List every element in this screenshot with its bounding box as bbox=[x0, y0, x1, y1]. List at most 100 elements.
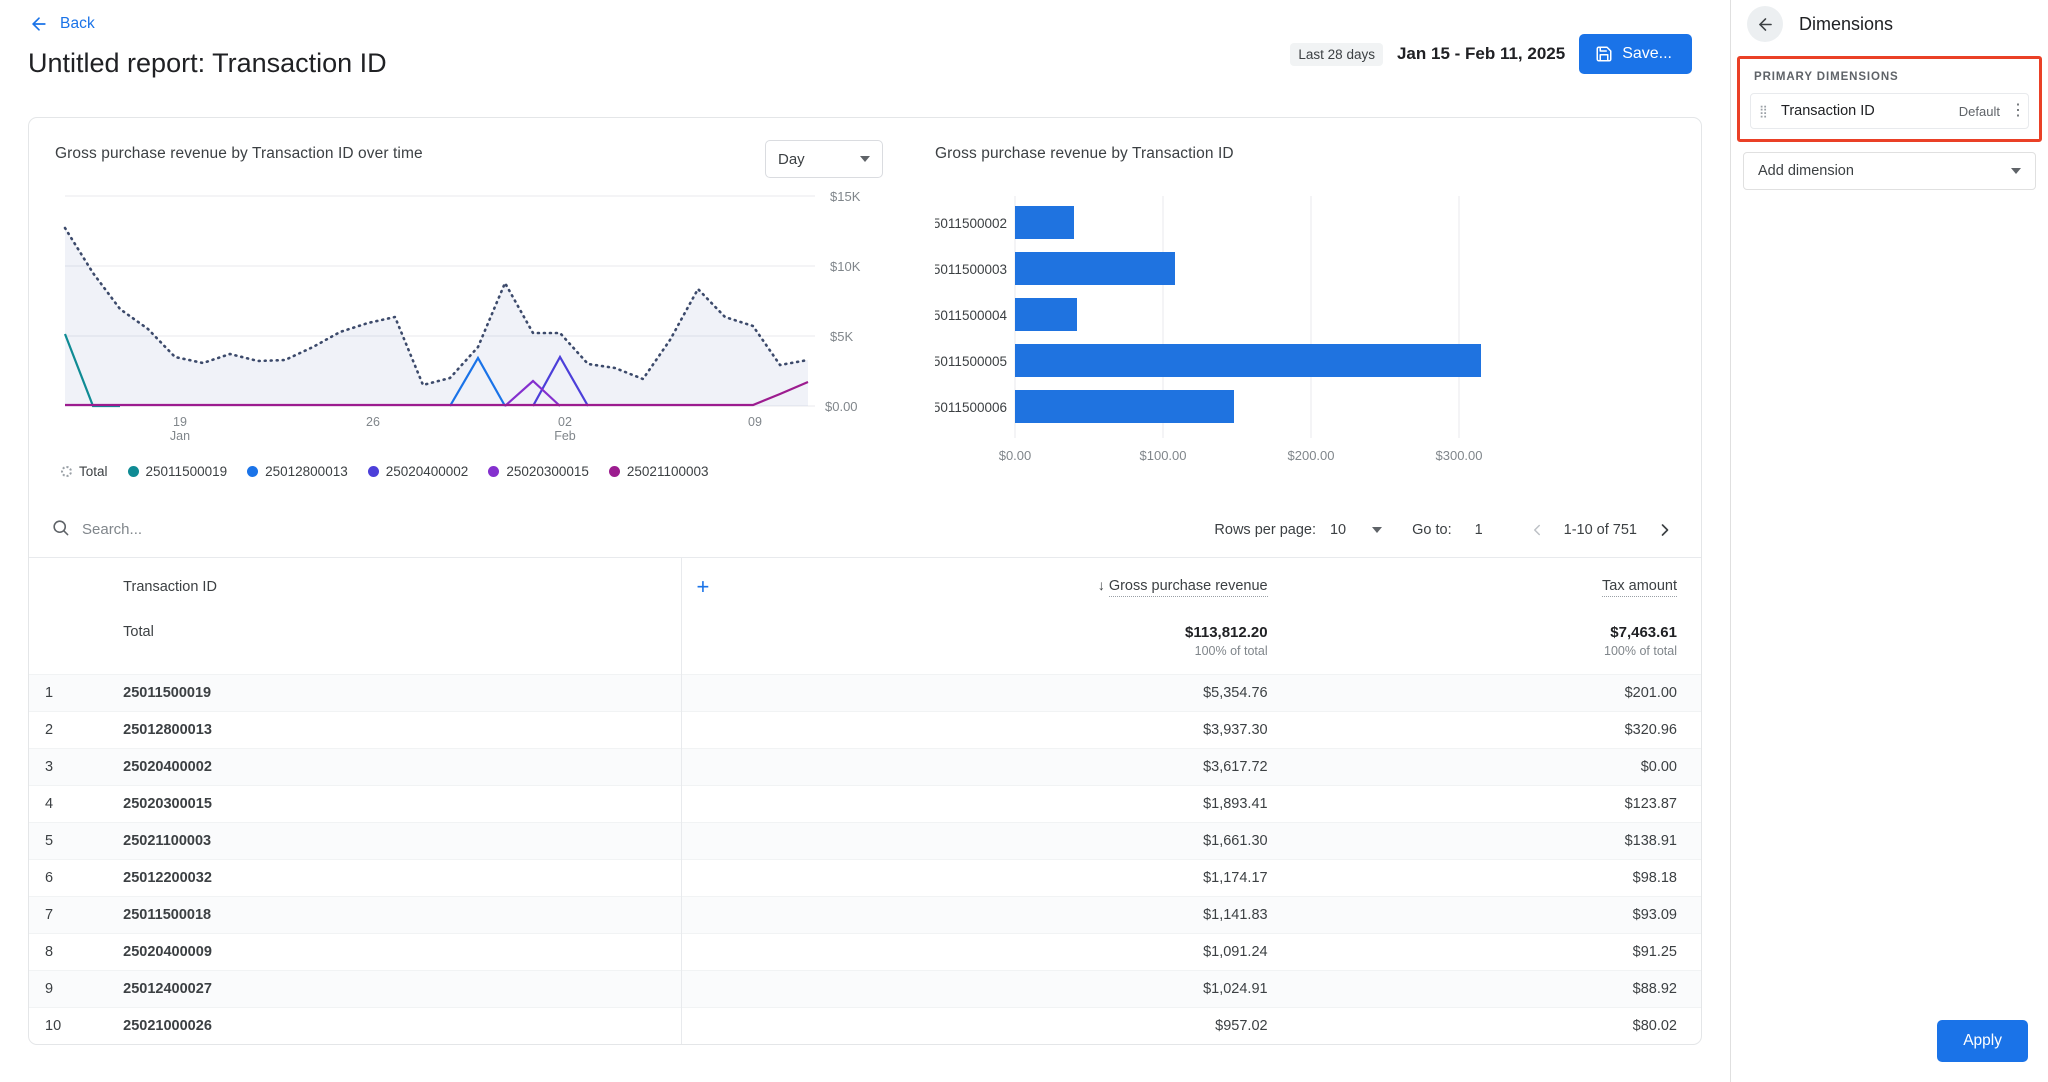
timeseries-svg: 19 Jan 26 02 Feb 09 $15K $10K $5K $0.00 bbox=[63, 189, 861, 443]
chevron-down-icon bbox=[2011, 168, 2021, 174]
legend-item-25020400002[interactable]: 25020400002 bbox=[367, 464, 468, 479]
table-row[interactable]: 2 25012800013 $3,937.30 $320.96 bbox=[29, 711, 1701, 748]
row-dimension[interactable]: 25012800013 bbox=[87, 711, 731, 748]
bar-25011500002[interactable] bbox=[1015, 206, 1074, 239]
bar-chart-svg: 25011500002 25011500003 25011500004 2501… bbox=[925, 196, 1483, 463]
bar-label-25011500002: 25011500002 bbox=[935, 216, 1007, 231]
table-row[interactable]: 6 25012200032 $1,174.17 $98.18 bbox=[29, 859, 1701, 896]
goto-input[interactable]: 1 bbox=[1466, 522, 1492, 538]
table-total-row: Total $113,812.20 100% of total $7,463.6… bbox=[29, 616, 1701, 674]
row-index: 9 bbox=[45, 980, 54, 997]
dimension-item-transaction-id[interactable]: ⣿ Transaction ID Default ⋮ bbox=[1750, 93, 2029, 129]
search-input[interactable] bbox=[82, 521, 382, 538]
legend-label-25021100003: 25021100003 bbox=[626, 464, 709, 479]
header-dimension[interactable]: Transaction ID + bbox=[87, 558, 731, 616]
row-metric1: $5,354.76 bbox=[1203, 684, 1268, 701]
legend-item-25021100003[interactable]: 25021100003 bbox=[608, 464, 709, 479]
data-table-container: Transaction ID + ↓ Gross purchase revenue… bbox=[29, 558, 1701, 1044]
bar-label-25011500004: 25011500004 bbox=[935, 308, 1007, 323]
legend-item-25020300015[interactable]: 25020300015 bbox=[488, 464, 589, 479]
header-index bbox=[29, 558, 87, 616]
total-area-fill bbox=[65, 228, 808, 406]
table-toolbar: Rows per page: 10 Go to: 1 1-10 of 751 bbox=[29, 502, 1701, 558]
table-row[interactable]: 7 25011500018 $1,141.83 $93.09 bbox=[29, 896, 1701, 933]
bar-25011500005[interactable] bbox=[1015, 344, 1481, 377]
row-metric1: $3,617.72 bbox=[1203, 758, 1268, 775]
row-dimension[interactable]: 25021100003 bbox=[87, 822, 731, 859]
apply-button-container: Apply bbox=[1937, 1020, 2028, 1062]
ytick-5k: $5K bbox=[830, 329, 853, 344]
header-metric-tax-amount[interactable]: Tax amount bbox=[1292, 558, 1701, 616]
bar-chart-pane: Gross purchase revenue by Transaction ID bbox=[909, 118, 1601, 502]
legend-label-25012800013: 25012800013 bbox=[265, 464, 348, 479]
table-row[interactable]: 3 25020400002 $3,617.72 $0.00 bbox=[29, 748, 1701, 785]
row-dimension[interactable]: 25021000026 bbox=[87, 1007, 731, 1044]
timeseries-plot: 19 Jan 26 02 Feb 09 $15K $10K $5K $0.00 bbox=[55, 186, 883, 456]
chevron-down-icon bbox=[860, 156, 870, 162]
timeseries-legend: Total 25011500019 25012800013 2502040000… bbox=[55, 464, 883, 479]
bar-label-25011500005: 25011500005 bbox=[935, 354, 1007, 369]
bar-25011500003[interactable] bbox=[1015, 252, 1175, 285]
apply-button[interactable]: Apply bbox=[1937, 1020, 2028, 1062]
row-dimension[interactable]: 25020300015 bbox=[87, 785, 731, 822]
total-index bbox=[29, 616, 87, 674]
header-metric-gross-purchase-revenue[interactable]: ↓ Gross purchase revenue bbox=[731, 558, 1291, 616]
total-metric1-value: $113,812.20 bbox=[1185, 624, 1268, 641]
add-dimension-select[interactable]: Add dimension bbox=[1743, 152, 2036, 190]
row-dimension[interactable]: 25011500019 bbox=[87, 674, 731, 711]
row-dimension[interactable]: 25012400027 bbox=[87, 970, 731, 1007]
previous-page-button[interactable] bbox=[1524, 519, 1550, 541]
save-button[interactable]: Save... bbox=[1579, 34, 1692, 74]
bar-xtick-200: $200.00 bbox=[1288, 448, 1335, 463]
add-dimension-label: Add dimension bbox=[1758, 163, 1854, 179]
next-page-button[interactable] bbox=[1651, 518, 1679, 542]
bar-xtick-0: $0.00 bbox=[999, 448, 1032, 463]
row-dimension[interactable]: 25020400002 bbox=[87, 748, 731, 785]
row-dimension[interactable]: 25020400009 bbox=[87, 933, 731, 970]
row-metric2: $0.00 bbox=[1640, 758, 1677, 775]
drag-handle-icon[interactable]: ⣿ bbox=[1759, 105, 1771, 117]
dimension-scope: Default bbox=[1958, 103, 2000, 119]
xtick-26: 26 bbox=[366, 415, 380, 429]
legend-item-25012800013[interactable]: 25012800013 bbox=[247, 464, 348, 479]
legend-item-25011500019[interactable]: 25011500019 bbox=[127, 464, 227, 479]
date-range-label[interactable]: Jan 15 - Feb 11, 2025 bbox=[1397, 44, 1565, 64]
page-range-label: 1-10 of 751 bbox=[1563, 521, 1637, 538]
legend-item-total[interactable]: Total bbox=[61, 464, 108, 479]
panel-back-button[interactable] bbox=[1747, 6, 1783, 42]
row-metric1: $1,141.83 bbox=[1203, 906, 1268, 923]
more-options-icon[interactable]: ⋮ bbox=[2010, 103, 2026, 119]
bar-25011500004[interactable] bbox=[1015, 298, 1077, 331]
row-index: 7 bbox=[45, 906, 54, 923]
row-metric1: $1,091.24 bbox=[1203, 943, 1268, 960]
rows-per-page-select[interactable]: 10 bbox=[1330, 522, 1383, 538]
table-row[interactable]: 10 25021000026 $957.02 $80.02 bbox=[29, 1007, 1701, 1044]
table-body: 1 25011500019 $5,354.76 $201.00 2 250128… bbox=[29, 674, 1701, 1044]
row-dimension[interactable]: 25012200032 bbox=[87, 859, 731, 896]
row-dimension[interactable]: 25011500018 bbox=[87, 896, 731, 933]
sort-descending-icon: ↓ bbox=[1097, 577, 1105, 593]
legend-label-total: Total bbox=[79, 464, 108, 479]
table-row[interactable]: 9 25012400027 $1,024.91 $88.92 bbox=[29, 970, 1701, 1007]
table-row[interactable]: 4 25020300015 $1,893.41 $123.87 bbox=[29, 785, 1701, 822]
row-index: 2 bbox=[45, 721, 54, 738]
row-metric2: $123.87 bbox=[1624, 795, 1677, 812]
granularity-value: Day bbox=[778, 150, 805, 168]
table-row[interactable]: 8 25020400009 $1,091.24 $91.25 bbox=[29, 933, 1701, 970]
table-row[interactable]: 5 25021100003 $1,661.30 $138.91 bbox=[29, 822, 1701, 859]
legend-dot-25011500019 bbox=[127, 466, 139, 477]
timeseries-chart-pane: Gross purchase revenue by Transaction ID… bbox=[29, 118, 909, 502]
table-row[interactable]: 1 25011500019 $5,354.76 $201.00 bbox=[29, 674, 1701, 711]
legend-dot-total bbox=[61, 466, 72, 477]
add-column-button[interactable]: + bbox=[697, 576, 710, 598]
bar-25011500006[interactable] bbox=[1015, 390, 1234, 423]
timeseries-chart-title: Gross purchase revenue by Transaction ID… bbox=[55, 145, 423, 162]
xtick-feb: Feb bbox=[554, 429, 576, 443]
row-metric2: $138.91 bbox=[1624, 832, 1677, 849]
bar-xtick-300: $300.00 bbox=[1436, 448, 1483, 463]
panel-title: Dimensions bbox=[1799, 13, 1894, 34]
date-preset-chip[interactable]: Last 28 days bbox=[1290, 42, 1383, 66]
row-metric1: $1,893.41 bbox=[1203, 795, 1268, 812]
bar-label-25011500003: 25011500003 bbox=[935, 262, 1007, 277]
granularity-select[interactable]: Day bbox=[765, 140, 883, 178]
